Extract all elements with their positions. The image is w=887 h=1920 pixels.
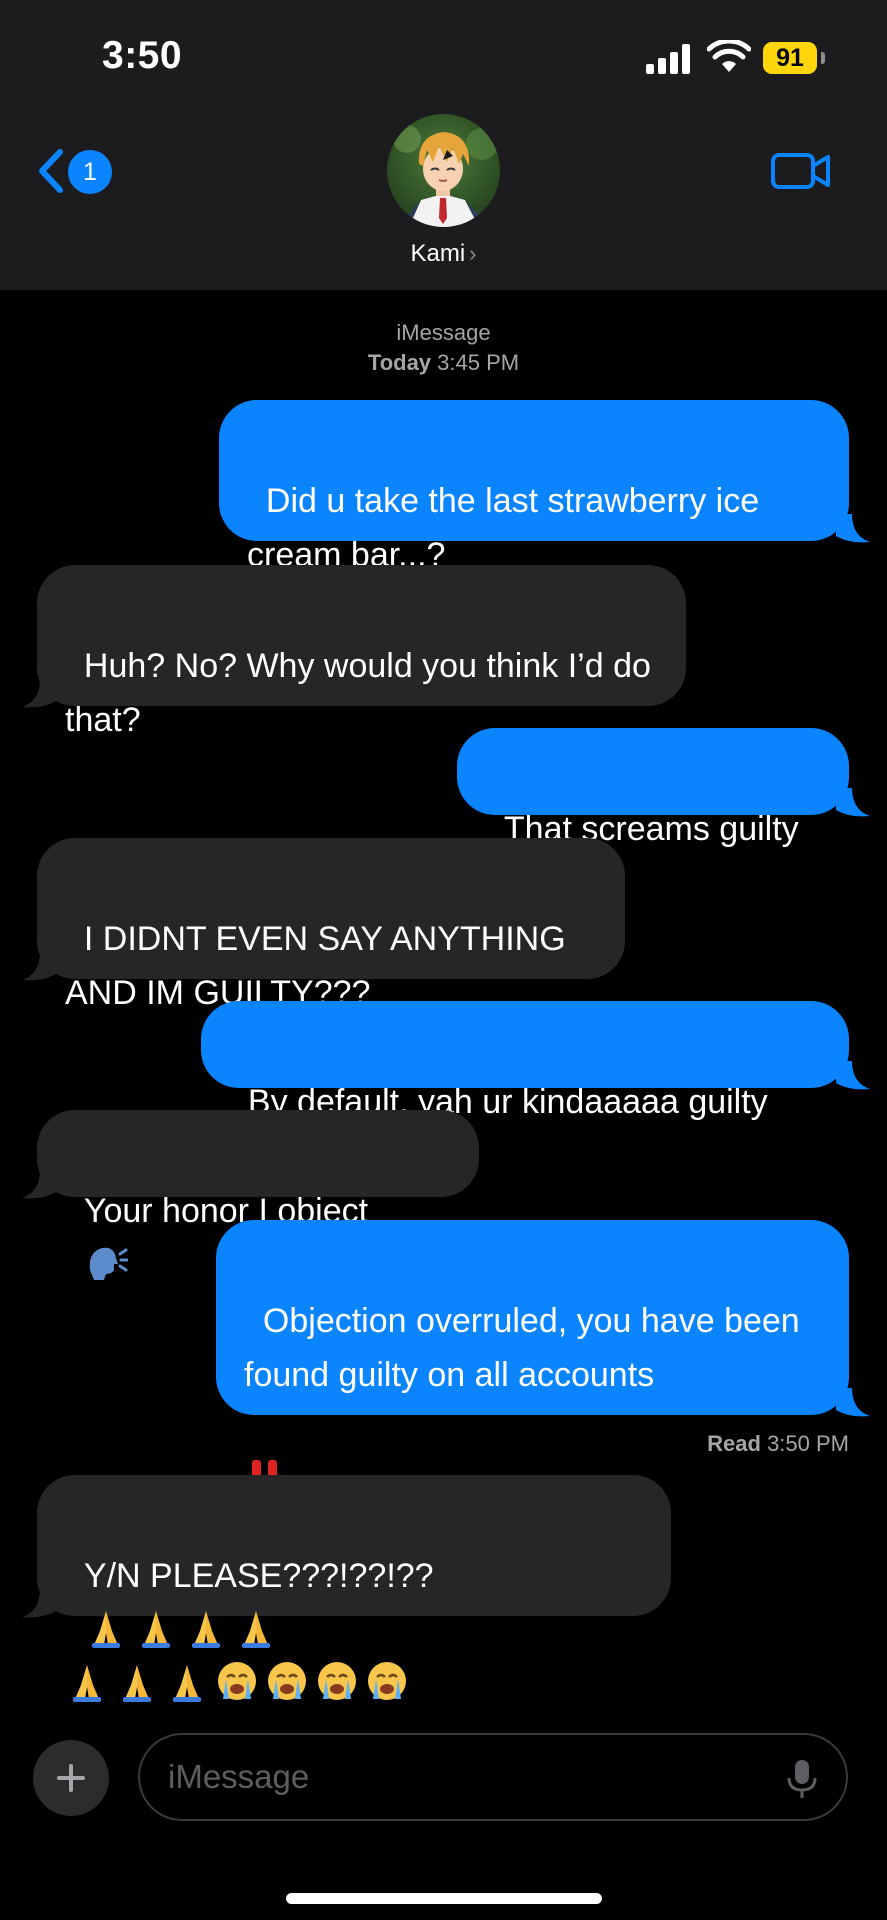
read-receipt: Read 3:50 PM xyxy=(707,1431,849,1457)
folded-hands-icon xyxy=(241,1611,270,1648)
received-message-bubble[interactable]: I DIDNT EVEN SAY ANYTHING AND IM GUILTY?… xyxy=(37,838,625,1012)
crying-face-icon xyxy=(218,1662,256,1700)
emoji-group xyxy=(65,1611,415,1703)
folded-hands-icon xyxy=(173,1665,201,1702)
sent-bubble-tail xyxy=(836,514,870,543)
folded-hands-icon xyxy=(123,1665,151,1702)
folded-hands-icon xyxy=(141,1611,170,1648)
conversation-timestamp: Today 3:45 PM xyxy=(0,350,887,376)
message-text: Huh? No? Why would you think I’d do that… xyxy=(65,647,661,739)
crying-face-icon xyxy=(368,1662,406,1700)
message-text: Objection overruled, you have been found… xyxy=(244,1302,810,1394)
add-attachment-button[interactable] xyxy=(33,1740,109,1816)
plus-icon-vertical xyxy=(69,1764,73,1792)
contact-avatar[interactable] xyxy=(387,114,500,227)
contact-name-button[interactable]: Kami › xyxy=(0,240,887,268)
received-bubble-tail xyxy=(22,1589,56,1618)
chevron-left-icon xyxy=(39,149,63,193)
status-time: 3:50 xyxy=(102,34,183,77)
avatar-illustration xyxy=(387,114,500,227)
received-message-bubble[interactable]: Y/N PLEASE???!??!?? xyxy=(37,1475,671,1702)
folded-hands-icon xyxy=(191,1611,220,1648)
timestamp-time: 3:45 PM xyxy=(437,350,520,375)
home-indicator xyxy=(286,1893,602,1904)
message-text: I DIDNT EVEN SAY ANYTHING AND IM GUILTY?… xyxy=(65,920,574,1012)
received-bubble-tail xyxy=(22,952,56,981)
message-text: Y/N PLEASE???!??!?? xyxy=(83,1557,434,1595)
sent-message-bubble[interactable]: That screams guilty xyxy=(457,728,849,848)
message-input[interactable] xyxy=(138,1733,848,1821)
folded-hands-icon xyxy=(91,1611,120,1648)
speaking-head-icon xyxy=(89,1247,128,1280)
battery-indicator: 91 xyxy=(763,42,817,74)
sent-bubble-tail xyxy=(836,1388,870,1417)
microphone-icon[interactable] xyxy=(785,1758,819,1800)
chevron-right-icon: › xyxy=(469,241,477,266)
message-text: Did u take the last strawberry ice cream… xyxy=(247,482,769,574)
read-time: 3:50 PM xyxy=(767,1431,849,1456)
read-label: Read xyxy=(707,1431,761,1456)
crying-face-icon xyxy=(268,1662,306,1700)
received-message-bubble[interactable]: Huh? No? Why would you think I’d do that… xyxy=(37,565,686,739)
contact-name-label: Kami xyxy=(410,240,466,267)
sent-bubble-tail xyxy=(836,788,870,817)
received-bubble-tail xyxy=(22,679,56,708)
sent-message-bubble[interactable]: Did u take the last strawberry ice cream… xyxy=(219,400,849,574)
received-bubble-tail xyxy=(22,1170,56,1199)
received-message-bubble[interactable]: Your honor I object xyxy=(37,1110,479,1280)
unread-count-badge: 1 xyxy=(68,150,112,194)
wifi-icon xyxy=(707,40,751,72)
conversation-header: 3:50 91 1 Kami › xyxy=(0,0,887,290)
sent-message-bubble[interactable]: Objection overruled, you have been found… xyxy=(216,1220,849,1498)
sent-message-bubble[interactable]: By default, yah ur kindaaaaa guilty xyxy=(201,1001,849,1121)
folded-hands-icon xyxy=(73,1665,101,1702)
back-button[interactable]: 1 xyxy=(36,144,116,198)
sent-bubble-tail xyxy=(836,1061,870,1090)
service-label: iMessage xyxy=(396,320,491,345)
timestamp-date: Today xyxy=(367,350,432,375)
video-camera-icon[interactable] xyxy=(770,150,832,192)
battery-cap xyxy=(821,52,825,64)
cellular-signal-icon xyxy=(646,44,692,74)
crying-face-icon xyxy=(318,1662,356,1700)
